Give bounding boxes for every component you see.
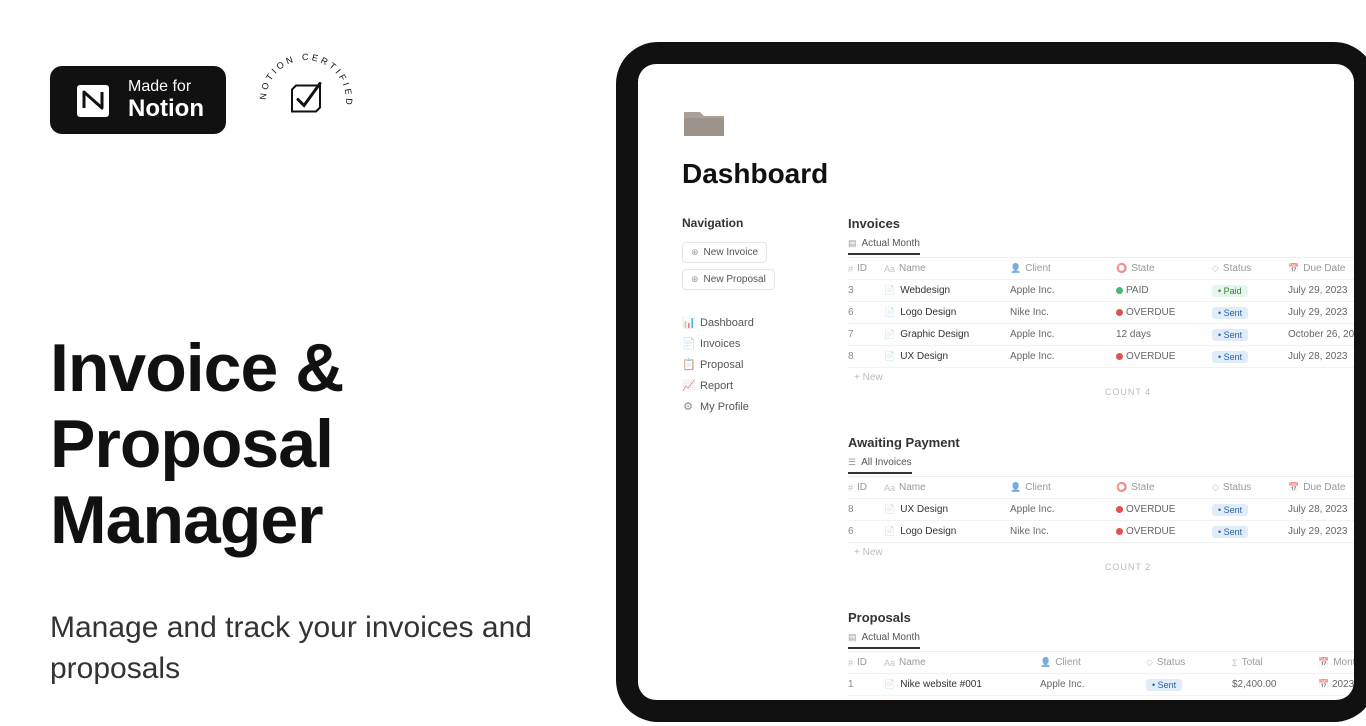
sidebar-item-proposal[interactable]: 📋Proposal xyxy=(682,354,812,375)
page-icon: 📄 xyxy=(884,526,895,537)
table-row[interactable]: 6📄Logo DesignNike Inc.OVERDUE• SentJuly … xyxy=(848,521,1354,543)
made-for-notion-badge: Made for Notion xyxy=(50,66,226,134)
page-icon: 📄 xyxy=(884,351,895,362)
notion-certified-badge: NOTION CERTIFIED xyxy=(256,50,356,150)
new-invoice-button[interactable]: ⊕New Invoice xyxy=(682,242,767,263)
column-header[interactable]: #ID xyxy=(848,263,878,274)
column-header[interactable]: #ID xyxy=(848,482,878,493)
plus-icon: ⊕ xyxy=(691,274,699,285)
section-title-awaiting: Awaiting Payment xyxy=(848,435,1354,450)
new-proposal-button[interactable]: ⊕New Proposal xyxy=(682,269,775,290)
column-header[interactable]: AaName xyxy=(884,657,1034,668)
column-header[interactable]: 📅Due Date xyxy=(1288,263,1354,274)
awaiting-table: #ID AaName 👤Client ⭕State ◇Status 📅Due Date 8📄… xyxy=(848,476,1354,588)
page-icon: 📄 xyxy=(884,329,895,340)
table-row[interactable]: 3📄WebdesignApple Inc.PAID• PaidJuly 29, … xyxy=(848,280,1354,302)
new-row-button[interactable]: + New xyxy=(848,696,1354,700)
tablet-frame: Dashboard Navigation ⊕New Invoice ⊕New Pr… xyxy=(616,42,1366,722)
invoices-table: #ID AaName 👤Client ⭕State ◇Status 📅Due Date 3📄… xyxy=(848,257,1354,413)
section-title-proposals: Proposals xyxy=(848,610,1354,625)
proposals-table: #ID AaName 👤Client ◇Status ΣTotal 📅Month 1📄Nik… xyxy=(848,651,1354,700)
column-header[interactable]: AaName xyxy=(884,263,1004,274)
nav-icon: 📄 xyxy=(682,337,694,350)
sidebar-item-dashboard[interactable]: 📊Dashboard xyxy=(682,312,812,333)
page-icon: 📄 xyxy=(884,307,895,318)
tab-actual-month-invoices[interactable]: ▤ Actual Month xyxy=(848,238,920,255)
hero-subtitle: Manage and track your invoices and propo… xyxy=(50,608,570,689)
new-row-button[interactable]: + New xyxy=(848,543,1354,558)
nav-icon: 📊 xyxy=(682,316,694,329)
table-row[interactable]: 1📄Nike website #001Apple Inc.• Sent$2,40… xyxy=(848,674,1354,696)
plus-icon: ⊕ xyxy=(691,247,699,258)
page-icon: 📄 xyxy=(884,504,895,515)
sidebar-item-invoices[interactable]: 📄Invoices xyxy=(682,333,812,354)
table-row[interactable]: 8📄UX DesignApple Inc.OVERDUE• SentJuly 2… xyxy=(848,346,1354,368)
column-header[interactable]: 👤Client xyxy=(1040,657,1140,668)
table-row[interactable]: 7📄Graphic DesignApple Inc.12 days• SentO… xyxy=(848,324,1354,346)
table-icon: ▤ xyxy=(848,238,857,249)
page-icon: 📄 xyxy=(884,679,895,690)
hero-title: Invoice & Proposal Manager xyxy=(50,330,570,558)
nav-icon: 📈 xyxy=(682,379,694,392)
column-header[interactable]: ⭕State xyxy=(1116,482,1206,493)
tab-actual-month-proposals[interactable]: ▤ Actual Month xyxy=(848,632,920,649)
column-header[interactable]: AaName xyxy=(884,482,1004,493)
table-row[interactable]: 6📄Logo DesignNike Inc.OVERDUE• SentJuly … xyxy=(848,302,1354,324)
column-header[interactable]: 📅Month xyxy=(1318,657,1354,668)
tablet-screen: Dashboard Navigation ⊕New Invoice ⊕New Pr… xyxy=(638,64,1354,700)
badge-big-text: Notion xyxy=(128,96,204,122)
column-header[interactable]: ΣTotal xyxy=(1232,657,1312,668)
row-count: COUNT 2 xyxy=(848,558,1354,588)
badge-small-text: Made for xyxy=(128,78,204,96)
section-title-invoices: Invoices xyxy=(848,216,1354,231)
column-header[interactable]: 👤Client xyxy=(1010,263,1110,274)
nav-icon: 📋 xyxy=(682,358,694,371)
table-row[interactable]: 8📄UX DesignApple Inc.OVERDUE• SentJuly 2… xyxy=(848,499,1354,521)
column-header[interactable]: ◇Status xyxy=(1212,482,1282,493)
notion-logo-icon xyxy=(72,78,116,122)
tab-all-invoices[interactable]: ☰ All Invoices xyxy=(848,457,912,474)
table-icon: ▤ xyxy=(848,632,857,643)
filter-icon: ☰ xyxy=(848,457,856,468)
row-count: COUNT 4 xyxy=(848,383,1354,413)
page-title: Dashboard xyxy=(682,158,1310,190)
sidebar-item-my-profile[interactable]: ⚙My Profile xyxy=(682,396,812,417)
nav-icon: ⚙ xyxy=(682,400,694,413)
sidebar-item-report[interactable]: 📈Report xyxy=(682,375,812,396)
column-header[interactable]: ⭕State xyxy=(1116,263,1206,274)
column-header[interactable]: 👤Client xyxy=(1010,482,1110,493)
sidebar-heading: Navigation xyxy=(682,216,812,230)
page-icon: 📄 xyxy=(884,285,895,296)
column-header[interactable]: ◇Status xyxy=(1146,657,1226,668)
folder-icon xyxy=(682,104,726,140)
checkmark-box-icon xyxy=(286,78,326,123)
column-header[interactable]: 📅Due Date xyxy=(1288,482,1354,493)
sidebar: Navigation ⊕New Invoice ⊕New Proposal 📊Da… xyxy=(682,216,812,700)
column-header[interactable]: ◇Status xyxy=(1212,263,1282,274)
main-content: Invoices ▤ Actual Month #ID AaName 👤Client… xyxy=(848,216,1354,700)
column-header[interactable]: #ID xyxy=(848,657,878,668)
new-row-button[interactable]: + New xyxy=(848,368,1354,383)
